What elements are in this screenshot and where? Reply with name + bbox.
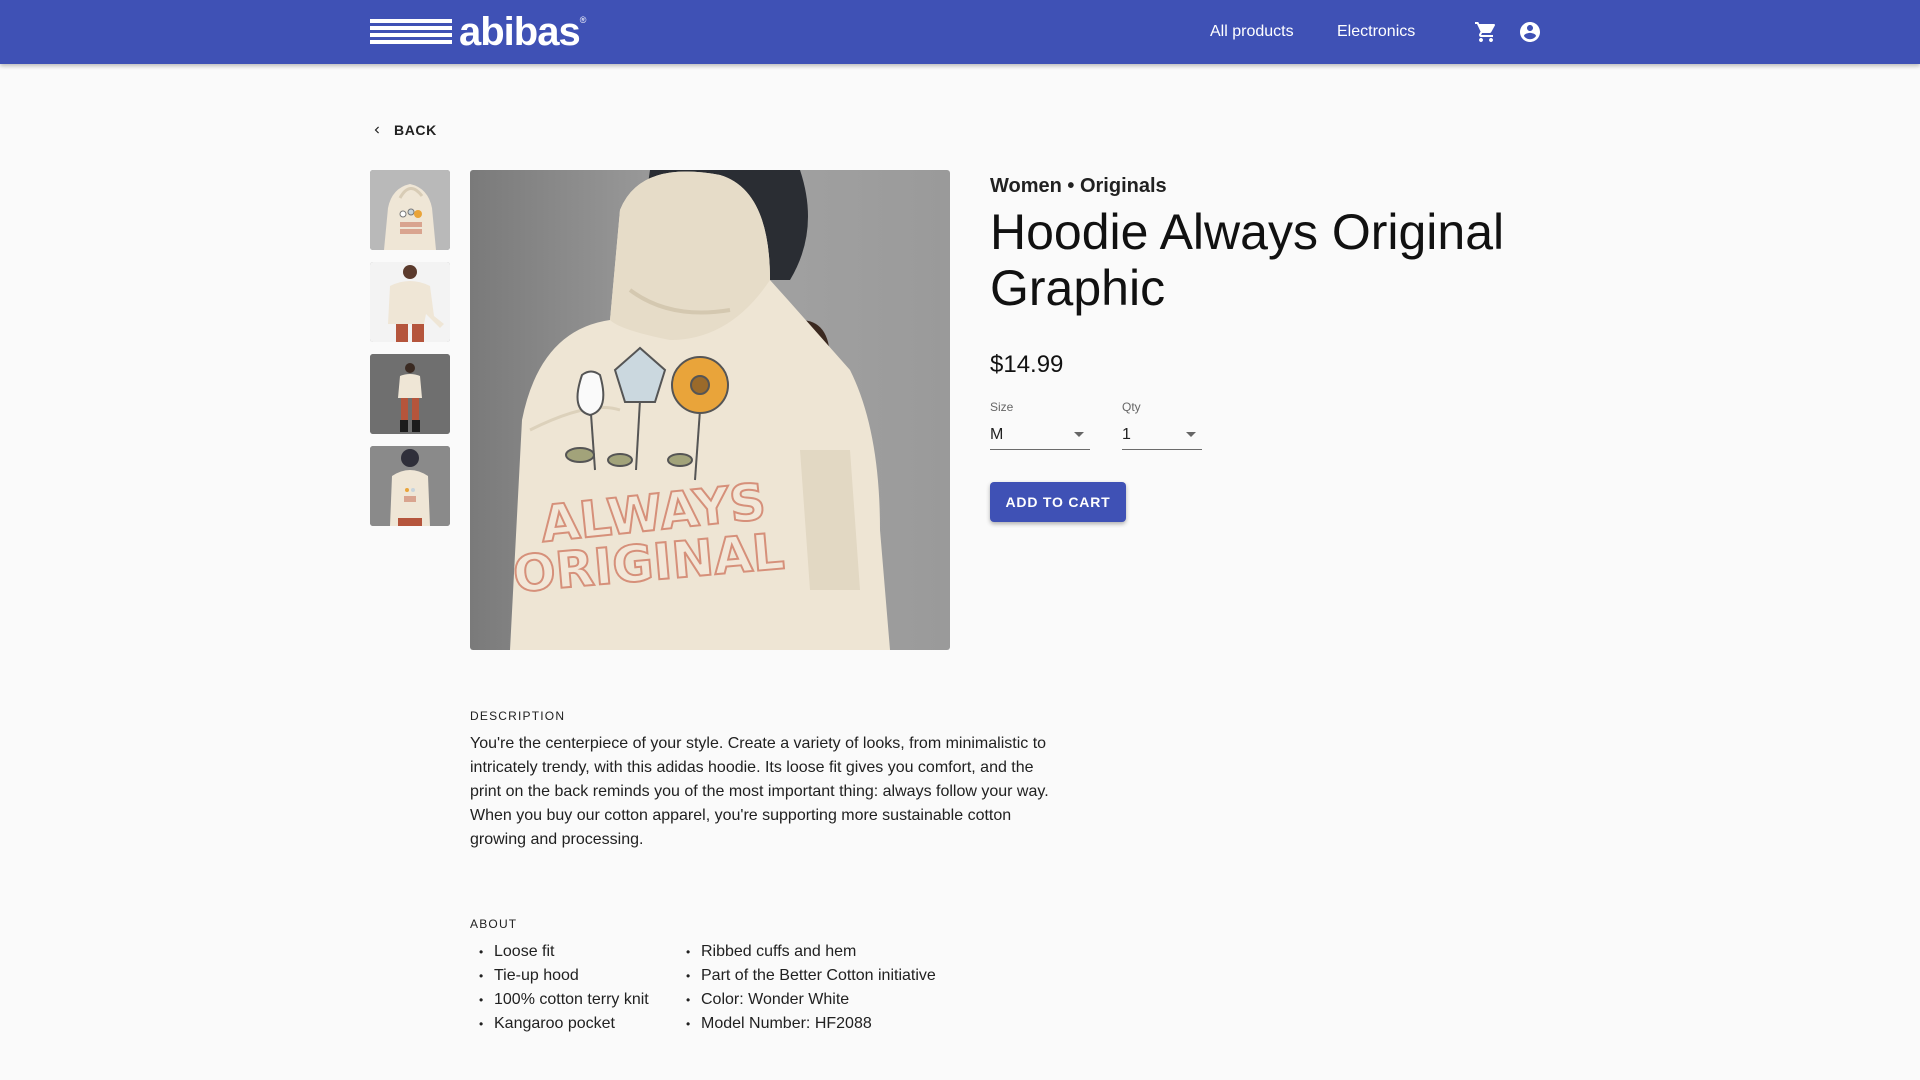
nav-all-products[interactable]: All products [1210,20,1294,44]
main-product-image: ALWAYS ORIGINAL [470,170,950,650]
about-item: Tie-up hood [470,964,649,988]
product-price: $14.99 [990,351,1064,378]
back-label: BACK [394,122,437,138]
product-title: Hoodie Always Original Graphic [990,204,1505,316]
brand-name: abibas [459,10,581,54]
full-body-front-thumbnail [370,354,450,434]
hoodie-back-thumbnail [370,170,450,250]
description-paragraph-1: You're the centerpiece of your style. Cr… [470,735,1049,800]
full-body-back-thumbnail [370,446,450,526]
size-label: Size [990,400,1014,414]
about-item: 100% cotton terry knit [470,988,649,1012]
about-list-left: Loose fit Tie-up hood 100% cotton terry … [470,940,649,1036]
qty-select[interactable]: 1 [1122,420,1202,450]
hoodie-back-illustration: ALWAYS ORIGINAL [470,170,950,650]
account-circle-icon[interactable] [1518,20,1542,44]
about-item: Part of the Better Cotton initiative [677,964,936,988]
about-item: Kangaroo pocket [470,1012,649,1036]
nav-electronics[interactable]: Electronics [1337,20,1415,44]
description-text: You're the centerpiece of your style. Cr… [470,732,1060,852]
about-item: Ribbed cuffs and hem [677,940,936,964]
size-value: M [990,425,1004,443]
brand-logo[interactable]: abibas ® [370,10,587,54]
shopping-cart-icon[interactable] [1474,20,1498,44]
size-select[interactable]: M [990,420,1090,450]
registered-mark: ® [579,15,587,25]
thumbnail-3[interactable] [370,354,450,434]
qty-value: 1 [1122,425,1131,443]
product-category: Women • Originals [990,175,1167,197]
logo-stripes [370,19,452,45]
about-item: Color: Wonder White [677,988,936,1012]
qty-label: Qty [1122,400,1141,414]
thumbnail-2[interactable] [370,262,450,342]
description-heading: DESCRIPTION [470,709,566,723]
about-heading: ABOUT [470,917,518,931]
about-item: Loose fit [470,940,649,964]
hoodie-front-thumbnail [370,262,450,342]
dropdown-arrow-icon [1074,432,1084,437]
chevron-left-icon [374,126,379,134]
top-app-bar: abibas ® All products Electronics [0,0,1920,64]
add-to-cart-button[interactable]: ADD TO CART [990,482,1126,522]
about-list-right: Ribbed cuffs and hem Part of the Better … [677,940,936,1036]
back-button[interactable]: BACK [370,116,437,144]
thumbnail-1[interactable] [370,170,450,250]
dropdown-arrow-icon [1186,432,1196,437]
thumbnail-4[interactable] [370,446,450,526]
description-paragraph-2: When you buy our cotton apparel, you're … [470,807,1012,848]
about-item: Model Number: HF2088 [677,1012,936,1036]
